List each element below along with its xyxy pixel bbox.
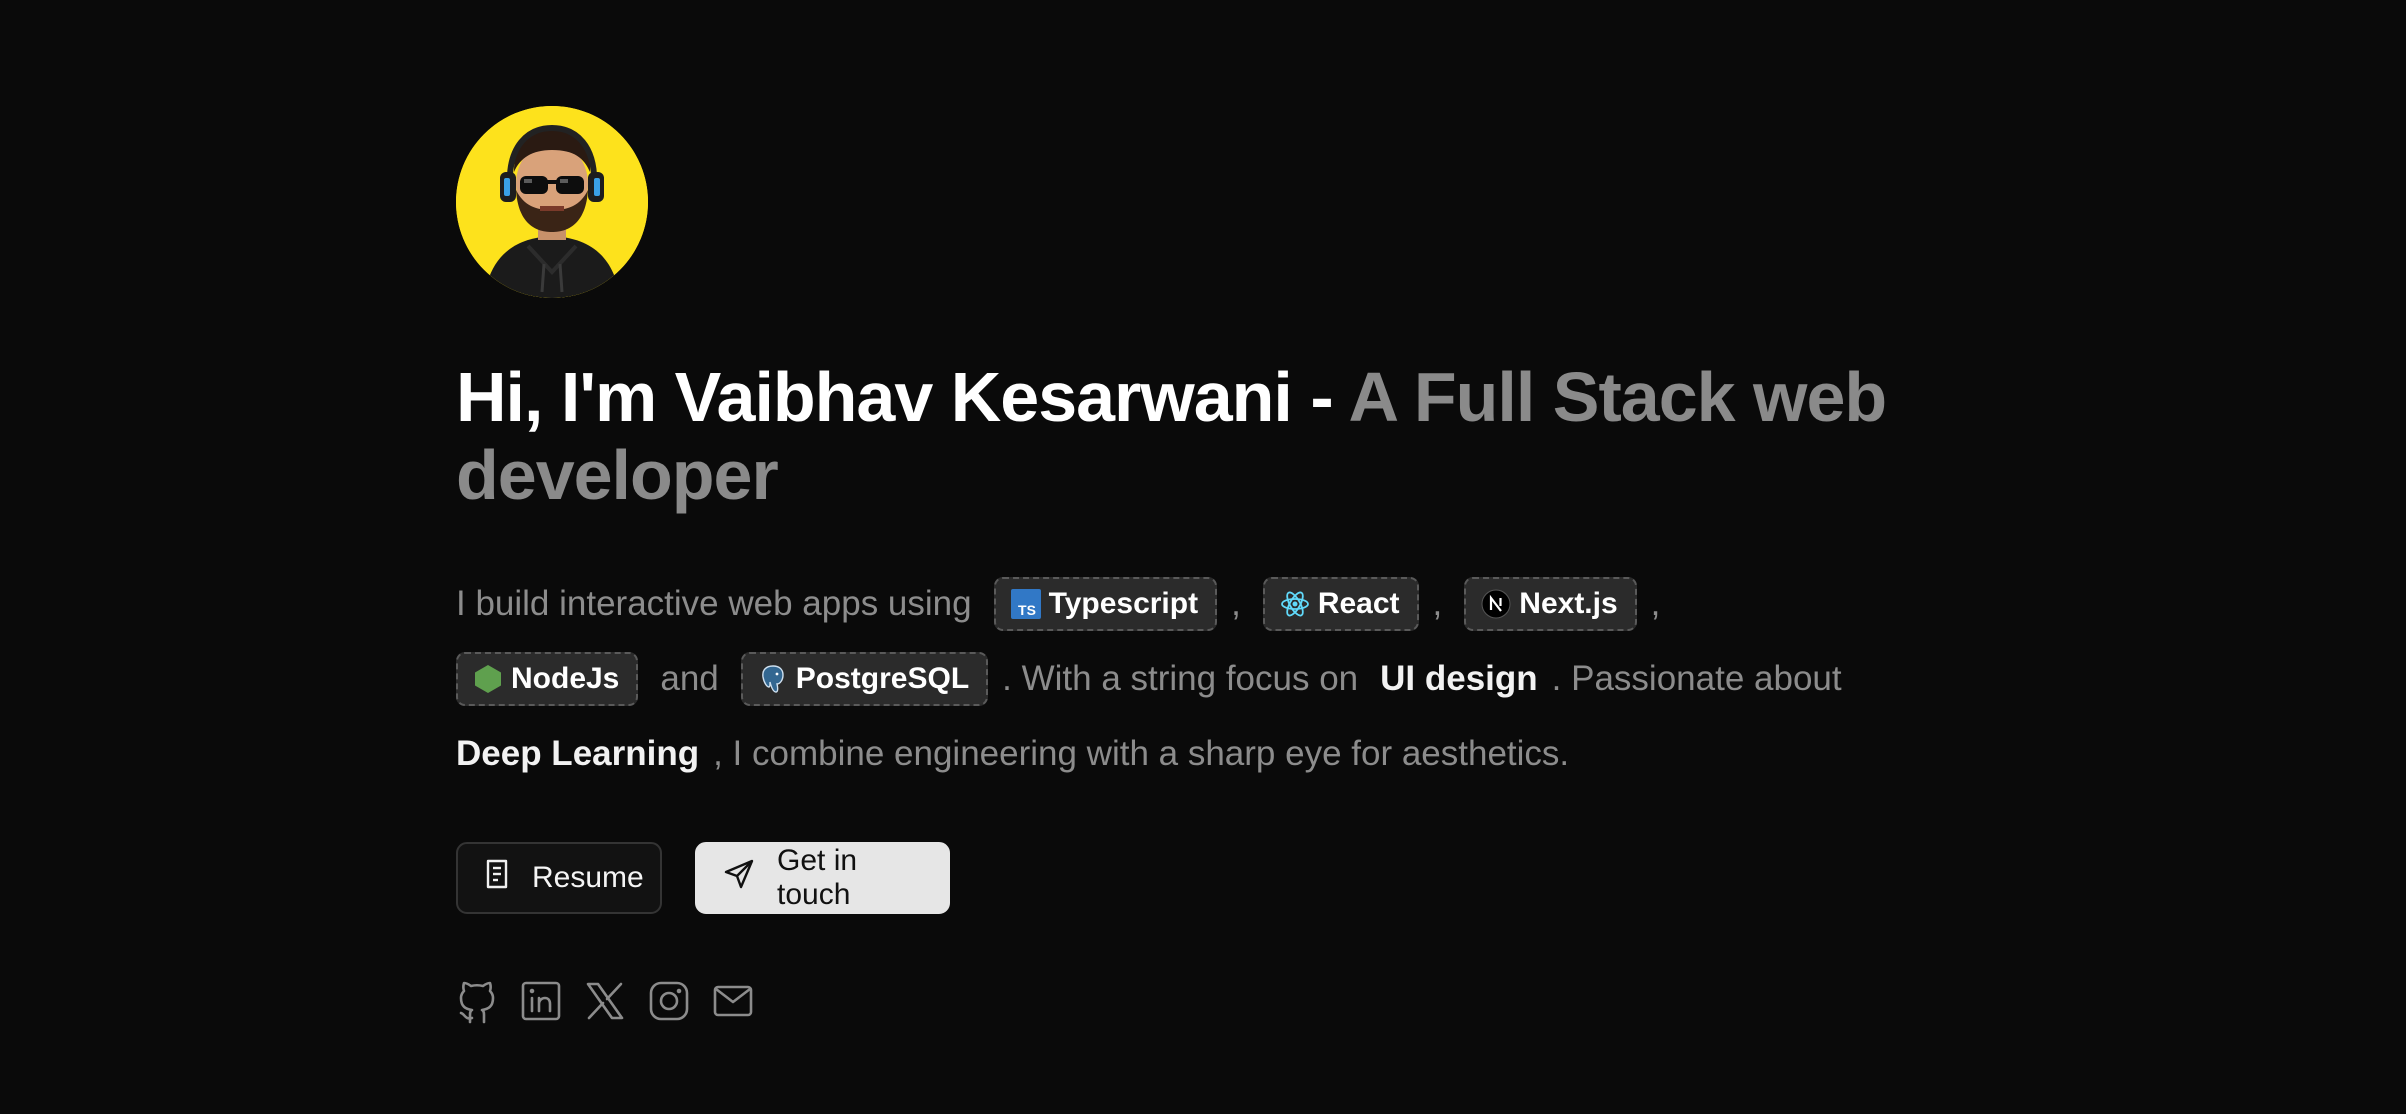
typescript-icon: TS xyxy=(1010,588,1041,619)
about-intro: I build interactive web apps using xyxy=(456,583,972,623)
about-line: I build interactive web apps using TS Ty… xyxy=(456,566,1926,641)
about-focus-prefix: . With a string focus on xyxy=(1002,658,1359,698)
focus-highlight: UI design xyxy=(1380,658,1538,698)
get-in-touch-button[interactable]: Get in touch xyxy=(695,842,950,914)
send-icon xyxy=(723,858,755,898)
react-icon xyxy=(1280,589,1310,619)
separator-comma: , xyxy=(1650,583,1661,623)
tech-chip-label: Next.js xyxy=(1519,586,1618,620)
get-in-touch-label: Get in touch xyxy=(777,844,858,911)
about-and: and xyxy=(660,658,719,698)
github-icon xyxy=(459,981,495,1024)
tech-chip-label: PostgreSQL xyxy=(795,661,970,695)
nextjs-icon xyxy=(1481,589,1511,619)
avatar xyxy=(456,106,648,298)
svg-text:TS: TS xyxy=(1018,602,1036,618)
tech-chip-typescript: TS Typescript xyxy=(993,576,1218,631)
tech-chip-label: React xyxy=(1317,586,1400,620)
separator-comma: , xyxy=(1432,583,1443,623)
linkedin-link[interactable] xyxy=(520,978,562,1024)
tech-chip-nodejs: NodeJs xyxy=(456,651,639,706)
avatar-illustration xyxy=(456,106,648,298)
page-title: Hi, I'm Vaibhav Kesarwani - A Full Stack… xyxy=(456,358,1906,514)
cta-buttons: Resume Get in touch xyxy=(456,842,950,914)
nodejs-icon xyxy=(473,664,503,694)
tech-chip-nextjs: Next.js xyxy=(1464,576,1637,631)
title-name: Hi, I'm Vaibhav Kesarwani - xyxy=(456,358,1349,436)
postgresql-icon xyxy=(758,664,788,694)
tech-chip-label: NodeJs xyxy=(511,661,620,695)
tech-chip-postgresql: PostgreSQL xyxy=(740,651,989,706)
instagram-link[interactable] xyxy=(648,978,690,1024)
instagram-icon xyxy=(649,981,689,1021)
separator-comma: , xyxy=(1231,583,1241,623)
github-link[interactable] xyxy=(456,978,498,1024)
passion-highlight: Deep Learning xyxy=(456,733,700,773)
about-paragraph: I build interactive web apps using TS Ty… xyxy=(456,566,1926,791)
social-links xyxy=(456,978,754,1024)
x-icon xyxy=(586,982,624,1020)
about-line: NodeJs and PostgreSQL . With a string fo… xyxy=(456,641,1926,716)
resume-button[interactable]: Resume xyxy=(456,842,662,914)
mail-link[interactable] xyxy=(712,978,754,1024)
about-outro: , I combine engineering with a sharp eye… xyxy=(713,733,1570,773)
tech-chip-label: Typescript xyxy=(1048,586,1199,620)
linkedin-icon xyxy=(521,981,561,1021)
resume-button-label: Resume xyxy=(532,861,644,894)
mail-icon xyxy=(713,985,753,1017)
x-link[interactable] xyxy=(584,978,626,1024)
about-line: Deep Learning , I combine engineering wi… xyxy=(456,716,1926,791)
document-icon xyxy=(484,859,510,897)
about-passion-prefix: . Passionate about xyxy=(1551,658,1842,698)
tech-chip-react: React xyxy=(1262,576,1419,631)
